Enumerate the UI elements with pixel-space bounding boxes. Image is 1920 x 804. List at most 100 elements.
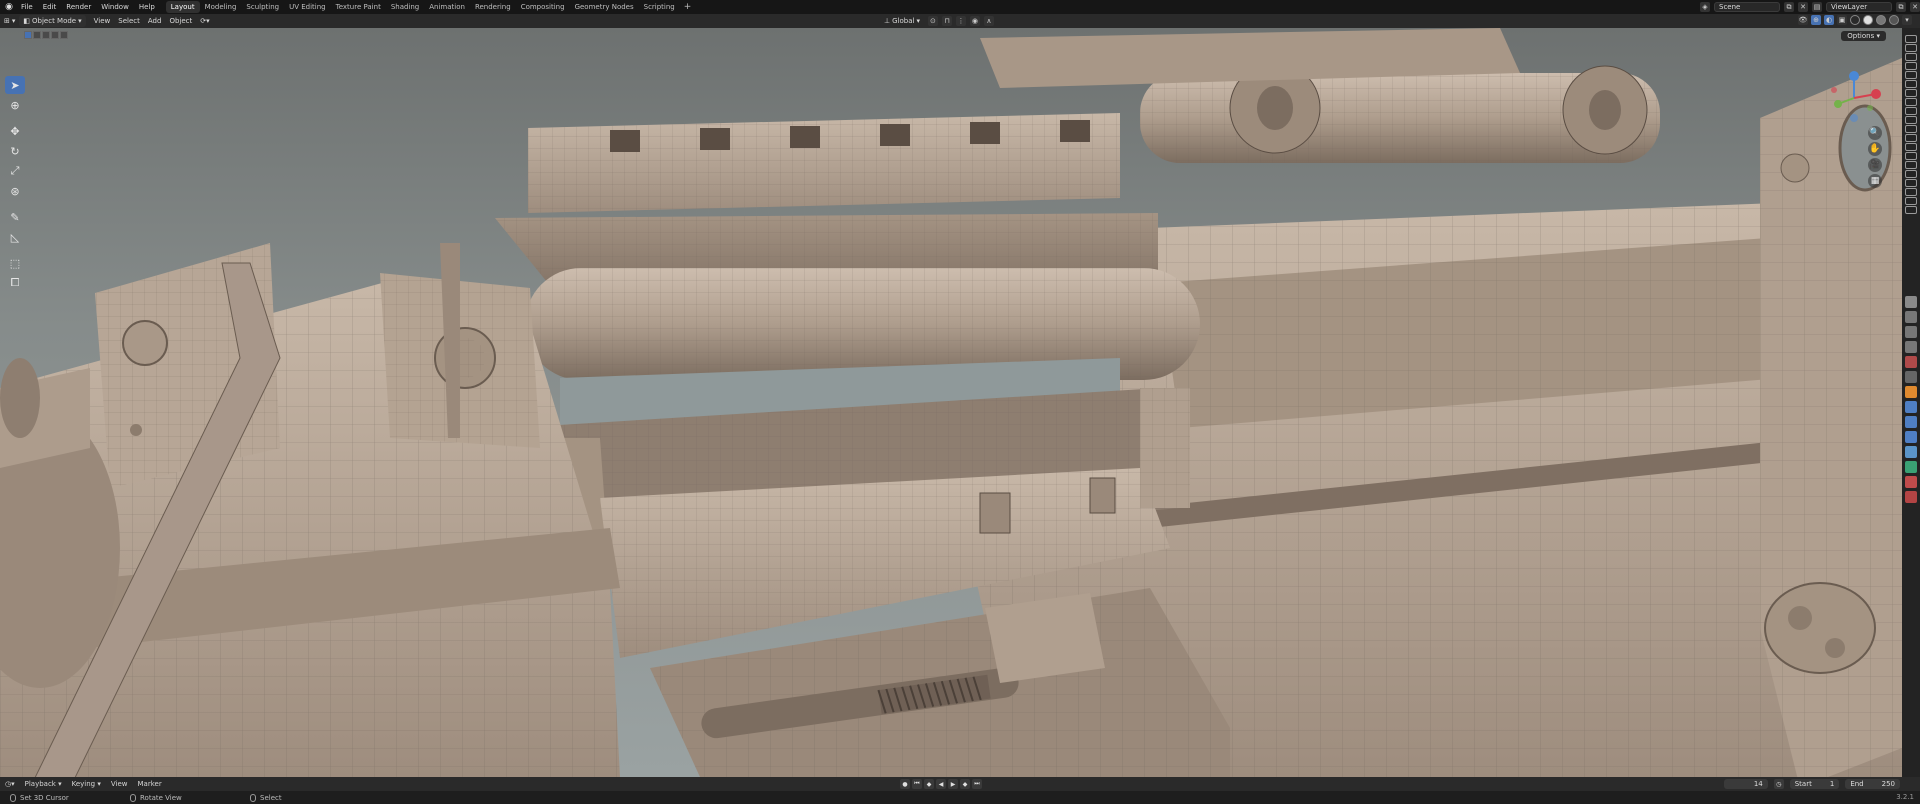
tab-modeling[interactable]: Modeling (200, 1, 242, 13)
jump-keyframe-forward-icon[interactable]: ◆ (960, 779, 970, 789)
menu-playback[interactable]: Playback ▾ (20, 780, 67, 788)
camera-icon[interactable] (1905, 107, 1917, 115)
transform-tool-icon[interactable]: ⊛ (5, 182, 25, 200)
gizmo-toggle-icon[interactable]: ⊕ (1811, 15, 1821, 25)
menu-window[interactable]: Window (96, 0, 134, 14)
menu-view[interactable]: View (90, 15, 115, 27)
output-properties-icon[interactable] (1905, 326, 1917, 338)
current-frame-field[interactable]: 14 (1723, 779, 1768, 789)
select-box-tool-icon[interactable]: ➤ (5, 76, 25, 94)
tab-rendering[interactable]: Rendering (470, 1, 516, 13)
material-shading-icon[interactable] (1876, 15, 1886, 25)
camera-icon[interactable] (1905, 44, 1917, 52)
shading-options-icon[interactable]: ▾ (1902, 15, 1912, 25)
falloff-icon[interactable]: ∧ (983, 16, 994, 26)
tab-texture-paint[interactable]: Texture Paint (331, 1, 386, 13)
pivot-icon[interactable]: ⊙ (927, 16, 938, 26)
menu-render[interactable]: Render (61, 0, 96, 14)
orientation-selector[interactable]: ⊥ Global ▾ (880, 15, 924, 27)
menu-marker[interactable]: Marker (133, 780, 167, 788)
select-subtract-icon[interactable] (42, 31, 50, 39)
camera-icon[interactable] (1905, 152, 1917, 160)
options-button[interactable]: Options ▾ (1841, 31, 1886, 41)
camera-icon[interactable] (1905, 125, 1917, 133)
snap-icon[interactable]: ⊓ (941, 16, 952, 26)
camera-icon[interactable] (1905, 179, 1917, 187)
move-tool-icon[interactable]: ✥ (5, 122, 25, 140)
menu-add[interactable]: Add (144, 15, 166, 27)
select-new-icon[interactable] (24, 31, 32, 39)
new-scene-icon[interactable]: ⧉ (1784, 2, 1794, 12)
tab-geometry-nodes[interactable]: Geometry Nodes (570, 1, 639, 13)
tab-sculpting[interactable]: Sculpting (241, 1, 284, 13)
menu-file[interactable]: File (16, 0, 38, 14)
rendered-shading-icon[interactable] (1889, 15, 1899, 25)
object-properties-icon[interactable] (1905, 386, 1917, 398)
new-view-layer-icon[interactable]: ⧉ (1896, 2, 1906, 12)
transform-extra-tool-icon[interactable]: ⧠ (5, 274, 25, 292)
timeline-editor-icon[interactable]: ◷▾ (0, 780, 20, 788)
camera-icon[interactable] (1905, 134, 1917, 142)
wireframe-shading-icon[interactable] (1850, 15, 1860, 25)
physics-properties-icon[interactable] (1905, 431, 1917, 443)
jump-end-icon[interactable]: ⏭ (972, 779, 982, 789)
modifier-properties-icon[interactable] (1905, 401, 1917, 413)
view-layer-icon[interactable]: ▤ (1812, 2, 1822, 12)
delete-scene-icon[interactable]: ✕ (1798, 2, 1808, 12)
measure-tool-icon[interactable]: ◺ (5, 228, 25, 246)
menu-edit[interactable]: Edit (38, 0, 62, 14)
menu-view-timeline[interactable]: View (106, 780, 133, 788)
cursor-tool-icon[interactable]: ⊕ (5, 96, 25, 114)
add-workspace-button[interactable]: + (680, 2, 696, 12)
end-frame-field[interactable]: End 250 (1845, 779, 1900, 789)
use-preview-range-icon[interactable]: ◷ (1773, 779, 1784, 789)
camera-icon[interactable] (1905, 89, 1917, 97)
camera-icon[interactable] (1905, 53, 1917, 61)
visibility-icon[interactable]: 👁 (1798, 15, 1808, 25)
scene-icon[interactable]: ◈ (1700, 2, 1710, 12)
tab-uv-editing[interactable]: UV Editing (284, 1, 331, 13)
tab-scripting[interactable]: Scripting (639, 1, 680, 13)
scale-tool-icon[interactable]: ⤢ (5, 162, 25, 180)
xray-icon[interactable]: ▣ (1837, 15, 1847, 25)
select-invert-icon[interactable] (51, 31, 59, 39)
scene-properties-icon[interactable] (1905, 356, 1917, 368)
camera-icon[interactable] (1905, 170, 1917, 178)
data-properties-icon[interactable] (1905, 461, 1917, 473)
tab-layout[interactable]: Layout (165, 1, 200, 13)
camera-icon[interactable] (1905, 206, 1917, 214)
perspective-toggle-icon[interactable]: ▦ (1868, 174, 1882, 188)
overlay-toggle-icon[interactable]: ◐ (1824, 15, 1834, 25)
rotate-tool-icon[interactable]: ↻ (5, 142, 25, 160)
camera-icon[interactable] (1905, 116, 1917, 124)
camera-icon[interactable] (1905, 161, 1917, 169)
tab-compositing[interactable]: Compositing (516, 1, 570, 13)
blender-logo-icon[interactable]: ◉ (2, 0, 16, 14)
camera-icon[interactable] (1905, 143, 1917, 151)
mode-selector[interactable]: ◧ Object Mode ▾ (19, 15, 86, 27)
delete-view-layer-icon[interactable]: ✕ (1910, 2, 1920, 12)
tab-animation[interactable]: Animation (424, 1, 470, 13)
world-properties-icon[interactable] (1905, 371, 1917, 383)
camera-view-icon[interactable]: 🎥 (1868, 158, 1882, 172)
solid-shading-icon[interactable] (1863, 15, 1873, 25)
record-icon[interactable]: ● (900, 779, 910, 789)
transform-options-icon[interactable]: ⟳▾ (196, 15, 213, 27)
pan-hand-icon[interactable]: ✋ (1868, 142, 1882, 156)
view-layer-properties-icon[interactable] (1905, 341, 1917, 353)
select-intersect-icon[interactable] (60, 31, 68, 39)
snap-target-icon[interactable]: ⋮ (955, 16, 966, 26)
play-icon[interactable]: ▶ (948, 779, 958, 789)
tool-properties-icon[interactable] (1905, 296, 1917, 308)
camera-icon[interactable] (1905, 80, 1917, 88)
jump-keyframe-back-icon[interactable]: ◆ (924, 779, 934, 789)
particles-properties-icon[interactable] (1905, 416, 1917, 428)
start-frame-field[interactable]: Start 1 (1789, 779, 1840, 789)
3d-viewport[interactable]: ➤ ⊕ ✥ ↻ ⤢ ⊛ ✎ ◺ ⬚ ⧠ Options ▾ 🔍 ✋ 🎥 ▦ (0, 28, 1902, 777)
tab-shading[interactable]: Shading (386, 1, 424, 13)
texture-properties-icon[interactable] (1905, 491, 1917, 503)
camera-icon[interactable] (1905, 188, 1917, 196)
editor-type-button[interactable]: ⊞ ▾ (0, 15, 19, 27)
camera-icon[interactable] (1905, 35, 1917, 43)
render-properties-icon[interactable] (1905, 311, 1917, 323)
